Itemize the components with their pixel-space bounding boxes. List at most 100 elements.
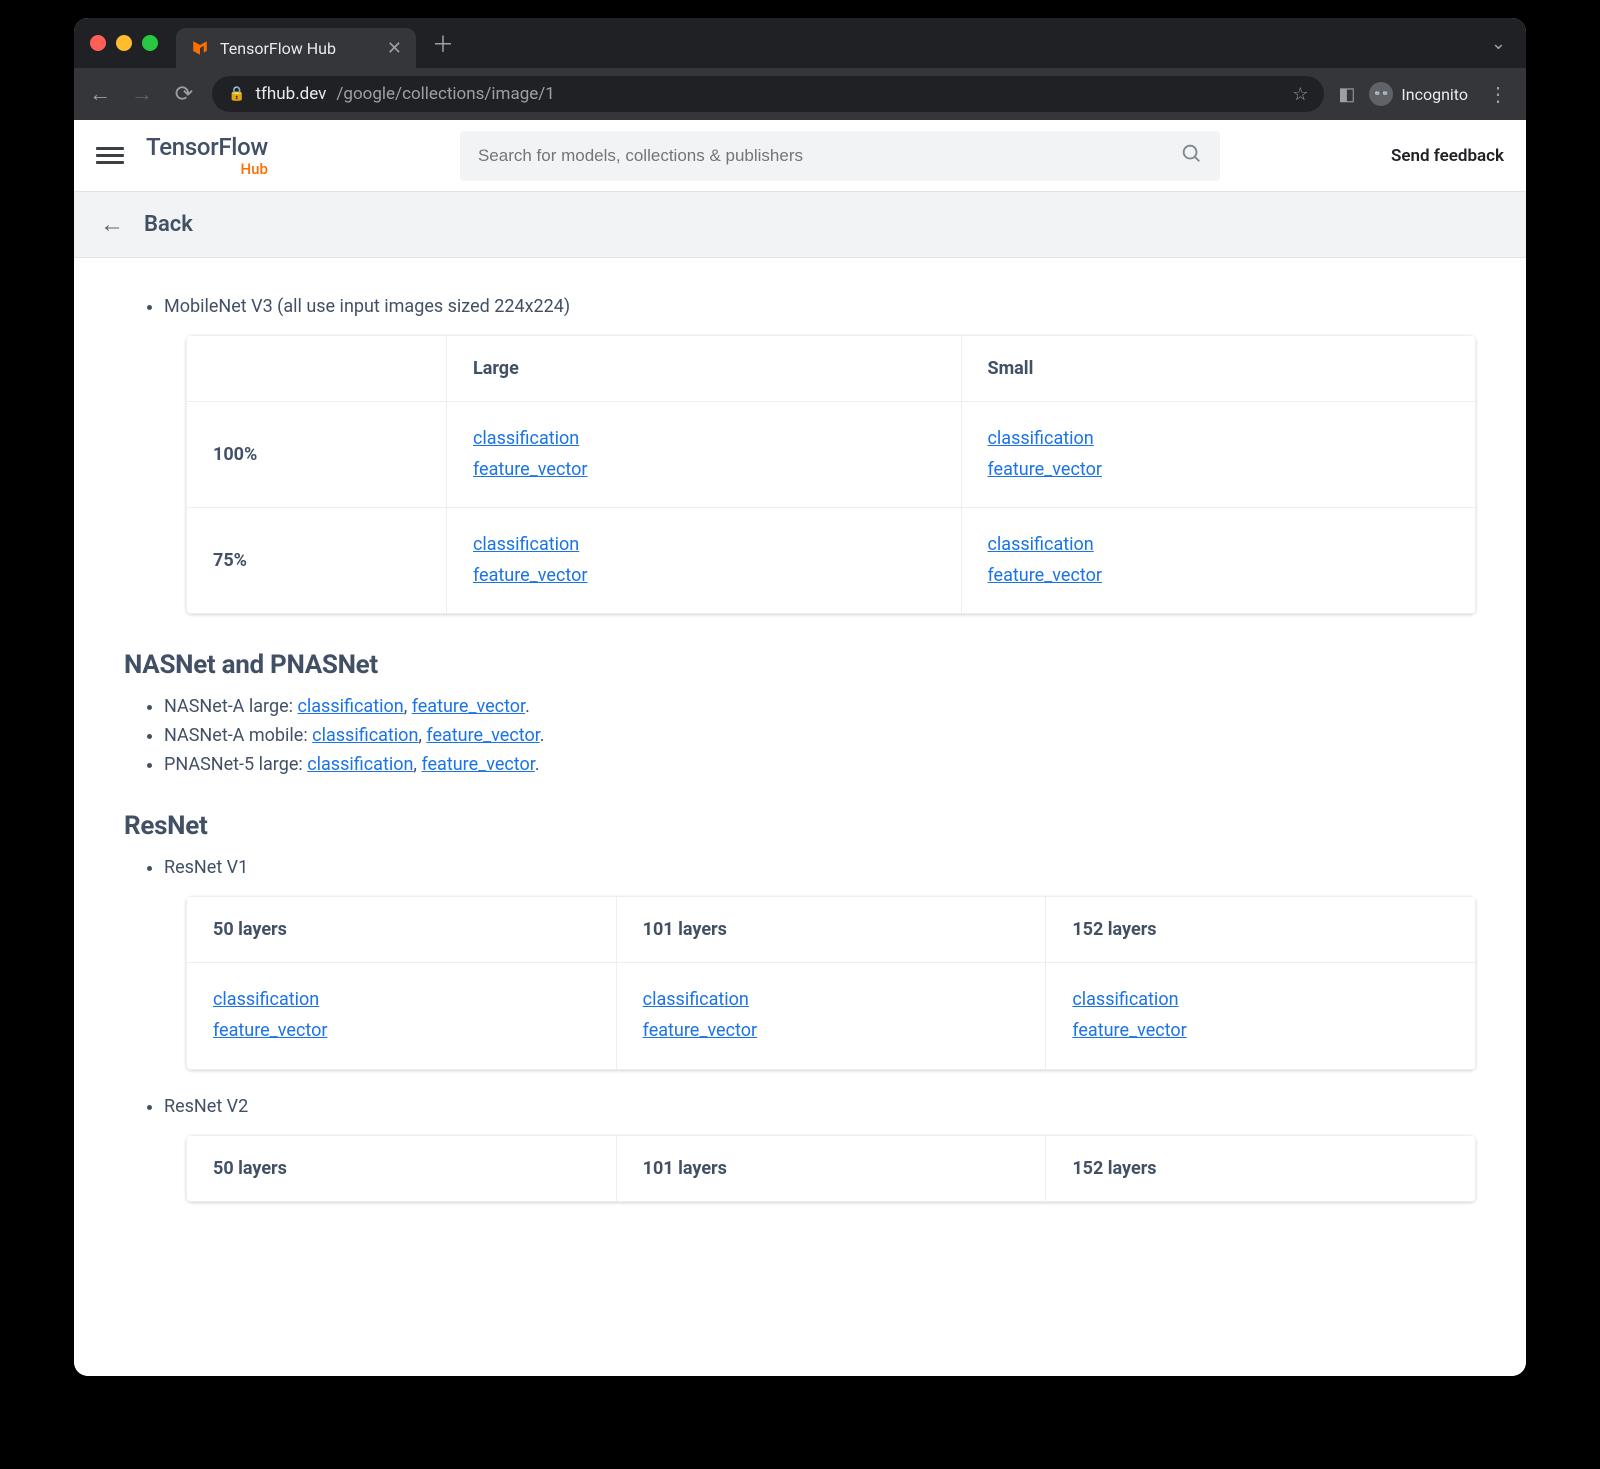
item-prefix: NASNet-A large: xyxy=(164,696,297,717)
address-bar[interactable]: 🔒 tfhub.dev/google/collections/image/1 ☆ xyxy=(212,76,1324,112)
model-link[interactable]: feature_vector xyxy=(421,754,534,775)
model-link[interactable]: classification xyxy=(473,424,935,455)
col-header: 50 layers xyxy=(187,1135,617,1201)
model-link[interactable]: feature_vector xyxy=(988,455,1450,486)
back-label[interactable]: Back xyxy=(144,212,193,237)
section-heading-nasnet: NASNet and PNASNet xyxy=(124,650,1476,680)
window-zoom-icon[interactable] xyxy=(142,35,158,51)
cell: classification feature_vector xyxy=(961,508,1476,614)
search-icon[interactable] xyxy=(1180,142,1202,169)
incognito-icon: 👓 xyxy=(1369,82,1393,106)
brand-logo[interactable]: TensorFlow Hub xyxy=(146,135,268,177)
resnet-v2-bullet: ResNet V2 xyxy=(164,1096,248,1117)
search-input[interactable] xyxy=(478,146,1168,166)
window-close-icon[interactable] xyxy=(90,35,106,51)
extensions-icon[interactable]: ◧ xyxy=(1338,84,1355,105)
mobilenet-bullet: MobileNet V3 (all use input images sized… xyxy=(164,296,570,317)
mobilenet-table-card: Large Small 100% classification feature_… xyxy=(186,335,1476,614)
item-prefix: NASNet-A mobile: xyxy=(164,725,312,746)
col-header: 101 layers xyxy=(616,897,1046,963)
cell: classification feature_vector xyxy=(616,963,1046,1069)
menu-button[interactable] xyxy=(96,143,124,168)
model-link[interactable]: feature_vector xyxy=(988,561,1450,592)
resnet-v2-card: 50 layers 101 layers 152 layers xyxy=(186,1135,1476,1202)
list-item: NASNet-A mobile: classification, feature… xyxy=(164,725,1476,746)
site-appbar: TensorFlow Hub Send feedback xyxy=(74,120,1526,192)
cell: classification feature_vector xyxy=(961,402,1476,508)
section-heading-resnet: ResNet xyxy=(124,811,1476,841)
model-link[interactable]: classification xyxy=(643,985,1020,1016)
bookmark-star-icon[interactable]: ☆ xyxy=(1292,84,1308,105)
row-header: 100% xyxy=(187,402,447,508)
item-prefix: PNASNet-5 large: xyxy=(164,754,307,775)
lock-icon: 🔒 xyxy=(228,86,245,102)
list-item: PNASNet-5 large: classification, feature… xyxy=(164,754,1476,775)
browser-menu-button[interactable]: ⋮ xyxy=(1482,82,1514,106)
tab-close-icon[interactable]: ✕ xyxy=(387,38,402,59)
browser-urlbar: ← → ⟳ 🔒 tfhub.dev/google/collections/ima… xyxy=(74,68,1526,120)
model-link[interactable]: feature_vector xyxy=(1072,1016,1449,1047)
brand-secondary: Hub xyxy=(241,162,268,177)
tabs-overflow-icon[interactable]: ⌄ xyxy=(1491,33,1514,54)
browser-tabbar: TensorFlow Hub ✕ ＋ ⌄ xyxy=(74,18,1526,68)
resnet-v1-bullet: ResNet V1 xyxy=(164,857,248,878)
table-row: 100% classification feature_vector class… xyxy=(187,402,1476,508)
incognito-label: Incognito xyxy=(1401,85,1468,104)
model-link[interactable]: classification xyxy=(988,530,1450,561)
model-link[interactable]: feature_vector xyxy=(426,725,539,746)
col-header: 152 layers xyxy=(1046,1135,1476,1201)
list-item: ResNet V2 50 layers 101 layers 152 layer… xyxy=(164,1096,1476,1202)
list-item: ResNet V1 50 layers 101 layers 152 layer… xyxy=(164,857,1476,1069)
brand-primary: TensorFlow xyxy=(146,135,268,159)
col-header: 50 layers xyxy=(187,897,617,963)
model-link[interactable]: feature_vector xyxy=(412,696,525,717)
model-link[interactable]: classification xyxy=(307,754,413,775)
search-field-wrap[interactable] xyxy=(460,131,1220,181)
cell: classification feature_vector xyxy=(447,402,962,508)
resnet-v1-table: 50 layers 101 layers 152 layers classifi… xyxy=(186,896,1476,1069)
model-link[interactable]: classification xyxy=(297,696,403,717)
table-row: classification feature_vector classifica… xyxy=(187,963,1476,1069)
tab-title: TensorFlow Hub xyxy=(220,39,336,58)
col-header: 101 layers xyxy=(616,1135,1046,1201)
col-header: Large xyxy=(447,336,962,402)
col-header: Small xyxy=(961,336,1476,402)
resnet-v2-table: 50 layers 101 layers 152 layers xyxy=(186,1135,1476,1202)
col-header xyxy=(187,336,447,402)
window-controls xyxy=(90,35,158,51)
back-arrow-icon[interactable]: ← xyxy=(100,210,124,239)
list-item: MobileNet V3 (all use input images sized… xyxy=(164,296,1476,614)
cell: classification feature_vector xyxy=(187,963,617,1069)
cell: classification feature_vector xyxy=(1046,963,1476,1069)
row-header: 75% xyxy=(187,508,447,614)
window-minimize-icon[interactable] xyxy=(116,35,132,51)
model-link[interactable]: feature_vector xyxy=(473,455,935,486)
incognito-indicator[interactable]: 👓 Incognito xyxy=(1369,82,1468,106)
url-path: /google/collections/image/1 xyxy=(336,84,554,104)
nav-back-button[interactable]: ← xyxy=(86,81,114,107)
nav-forward-button[interactable]: → xyxy=(128,81,156,107)
url-domain: tfhub.dev xyxy=(255,84,326,104)
table-row: 75% classification feature_vector classi… xyxy=(187,508,1476,614)
nav-reload-button[interactable]: ⟳ xyxy=(170,82,198,107)
send-feedback-link[interactable]: Send feedback xyxy=(1391,146,1504,166)
browser-window: TensorFlow Hub ✕ ＋ ⌄ ← → ⟳ 🔒 tfhub.dev/g… xyxy=(74,18,1526,1376)
model-link[interactable]: classification xyxy=(213,985,590,1016)
new-tab-button[interactable]: ＋ xyxy=(432,27,454,59)
browser-tab[interactable]: TensorFlow Hub ✕ xyxy=(176,28,416,68)
back-bar: ← Back xyxy=(74,192,1526,258)
model-link[interactable]: feature_vector xyxy=(473,561,935,592)
tab-favicon-icon xyxy=(190,38,210,58)
page-viewport: TensorFlow Hub Send feedback ← Back Mobi… xyxy=(74,120,1526,1376)
model-link[interactable]: classification xyxy=(988,424,1450,455)
model-link[interactable]: feature_vector xyxy=(643,1016,1020,1047)
model-link[interactable]: classification xyxy=(1072,985,1449,1016)
list-item: NASNet-A large: classification, feature_… xyxy=(164,696,1476,717)
resnet-v1-card: 50 layers 101 layers 152 layers classifi… xyxy=(186,896,1476,1069)
col-header: 152 layers xyxy=(1046,897,1476,963)
model-link[interactable]: classification xyxy=(312,725,418,746)
page-content: MobileNet V3 (all use input images sized… xyxy=(74,258,1526,1202)
model-link[interactable]: classification xyxy=(473,530,935,561)
model-link[interactable]: feature_vector xyxy=(213,1016,590,1047)
mobilenet-table: Large Small 100% classification feature_… xyxy=(186,335,1476,614)
